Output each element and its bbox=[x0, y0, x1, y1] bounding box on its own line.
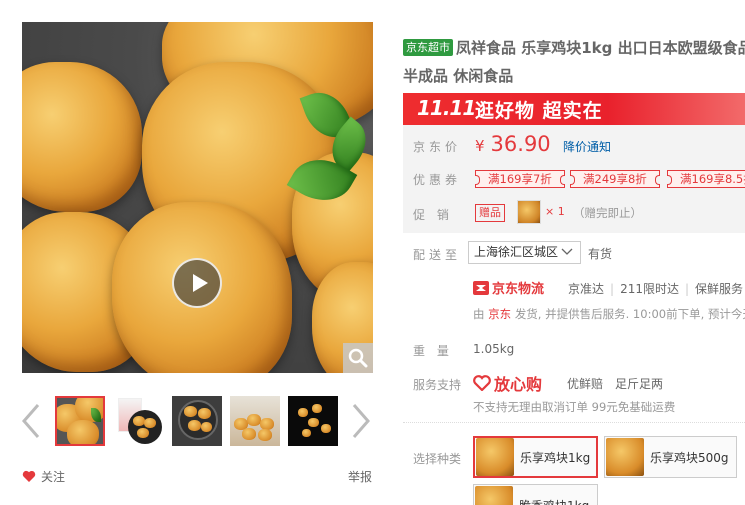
double-eleven-logo: 11.11 bbox=[417, 96, 476, 120]
follow-label: 关注 bbox=[41, 470, 66, 484]
product-title: 京东超市 凤祥食品 乐享鸡块1kg 出口日本欧盟级食品 半成品 休闲食品 bbox=[403, 34, 745, 90]
ship-note-text: 发货, 并提供售后服务. 10:00前下单, 预计今天送达 bbox=[514, 307, 745, 321]
report-link[interactable]: 举报 bbox=[348, 468, 372, 485]
delivery-label: 配送至 bbox=[413, 248, 462, 262]
address-selector[interactable]: 上海徐汇区城区 bbox=[468, 241, 581, 264]
gift-quantity: × 1 bbox=[545, 205, 565, 218]
thumbnail-2[interactable] bbox=[114, 396, 164, 446]
address-value: 上海徐汇区城区 bbox=[474, 245, 559, 259]
delivery-services: 京准达 | 211限时达 | 保鲜服务 bbox=[568, 282, 744, 296]
title-line-2: 半成品 休闲食品 bbox=[403, 67, 514, 85]
product-page: 关注 举报 京东超市 凤祥食品 乐享鸡块1kg 出口日本欧盟级食品 半成品 休闲食… bbox=[0, 0, 745, 505]
support-item-fresh-compensation[interactable]: 优鲜赔 bbox=[567, 377, 603, 391]
thumbnail-prev-arrow[interactable] bbox=[20, 403, 42, 439]
currency-symbol: ¥ bbox=[475, 137, 485, 155]
weight-value: 1.05kg bbox=[473, 342, 515, 356]
promotion-label: 促 销 bbox=[413, 208, 453, 222]
price-drop-notice-link[interactable]: 降价通知 bbox=[563, 138, 611, 155]
chevron-down-icon bbox=[561, 248, 573, 255]
coupon-2[interactable]: 满249享8折 bbox=[570, 170, 660, 188]
service-fresh[interactable]: 保鲜服务 bbox=[695, 282, 743, 296]
heart-icon bbox=[22, 470, 36, 482]
service-211[interactable]: 211限时达 bbox=[620, 282, 679, 296]
divider bbox=[403, 422, 745, 423]
price-value: ¥36.90 bbox=[475, 132, 551, 156]
variant-option-1[interactable]: 乐享鸡块1kg bbox=[473, 436, 598, 478]
price-box: 京东价 ¥36.90 降价通知 优惠券 满169享7折 满249享8折 满169… bbox=[403, 125, 745, 233]
thumbnail-next-arrow[interactable] bbox=[350, 403, 372, 439]
thumbnail-5[interactable] bbox=[288, 396, 338, 446]
coupon-1[interactable]: 满169享7折 bbox=[475, 170, 565, 188]
variant-option-2[interactable]: 乐享鸡块500g bbox=[604, 436, 737, 478]
gift-badge: 赠品 bbox=[475, 204, 505, 222]
variant-option-label: 乐享鸡块1kg bbox=[520, 450, 591, 465]
video-play-button[interactable] bbox=[172, 258, 222, 308]
fangxin-gou-badge[interactable]: 放心购 bbox=[473, 371, 542, 395]
variant-thumbnail bbox=[476, 438, 514, 476]
support-note: 不支持无理由取消订单 99元免基础运费 bbox=[473, 400, 676, 414]
variant-option-label: 乐享鸡块500g bbox=[650, 450, 729, 465]
price-label: 京东价 bbox=[413, 140, 462, 154]
heart-outline-icon bbox=[473, 375, 491, 391]
coupon-label: 优惠券 bbox=[413, 173, 462, 187]
thumbnail-1[interactable] bbox=[55, 396, 105, 446]
support-item-full-weight[interactable]: 足斤足两 bbox=[615, 377, 663, 391]
thumbnail-4[interactable] bbox=[230, 396, 280, 446]
ship-note-prefix: 由 bbox=[473, 307, 485, 321]
weight-label: 重 量 bbox=[413, 344, 453, 358]
price-amount: 36.90 bbox=[490, 132, 551, 156]
jd-logistics-badge[interactable]: 京东物流 bbox=[473, 278, 544, 297]
title-line-1: 凤祥食品 乐享鸡块1kg 出口日本欧盟级食品 bbox=[456, 39, 745, 57]
gift-note: （赠完即止） bbox=[573, 206, 642, 220]
thumbnail-3[interactable] bbox=[172, 396, 222, 446]
ship-note-jd-link[interactable]: 京东 bbox=[488, 307, 511, 321]
gift-thumbnail[interactable] bbox=[517, 200, 541, 224]
variant-thumbnail bbox=[475, 486, 513, 505]
variant-option-label: 脆香鸡块1kg bbox=[519, 497, 597, 505]
follow-button[interactable]: 关注 bbox=[22, 468, 65, 485]
nugget-shape bbox=[22, 62, 142, 212]
fangxin-gou-label: 放心购 bbox=[494, 375, 543, 394]
promo-slogan: 逛好物 超实在 bbox=[475, 100, 603, 122]
service-jingzhunda[interactable]: 京准达 bbox=[568, 282, 604, 296]
variant-label: 选择种类 bbox=[413, 452, 462, 466]
variant-option-3[interactable]: 脆香鸡块1kg bbox=[473, 484, 598, 505]
shipping-note: 由 京东 发货, 并提供售后服务. 10:00前下单, 预计今天送达 bbox=[473, 306, 745, 322]
service-support-label: 服务支持 bbox=[413, 378, 462, 392]
store-tag-badge: 京东超市 bbox=[403, 39, 453, 56]
support-items: 优鲜赔 足斤足两 bbox=[567, 375, 675, 392]
jd-logistics-label: 京东物流 bbox=[492, 282, 545, 297]
promo-banner[interactable]: 11.11 逛好物 超实在 bbox=[403, 93, 745, 125]
jd-logistics-icon bbox=[473, 280, 489, 295]
coupon-3[interactable]: 满169享8.5折 bbox=[667, 170, 745, 188]
main-product-image[interactable] bbox=[22, 22, 373, 373]
stock-status: 有货 bbox=[588, 247, 613, 261]
zoom-icon[interactable] bbox=[343, 343, 373, 373]
variant-thumbnail bbox=[606, 438, 644, 476]
